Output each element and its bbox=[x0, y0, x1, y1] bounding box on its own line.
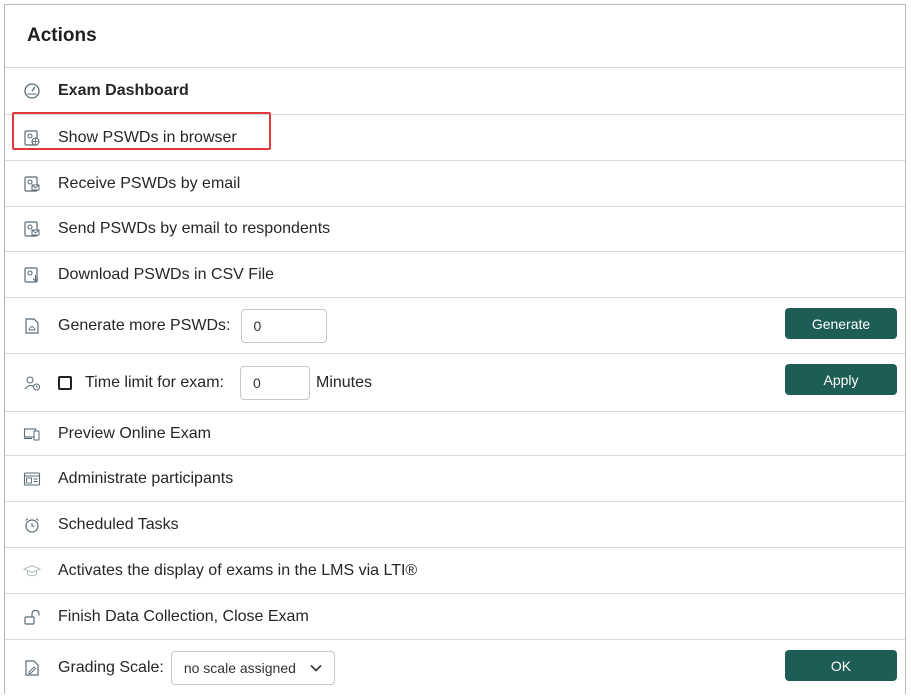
panel-title: Actions bbox=[5, 5, 905, 68]
devices-icon bbox=[23, 425, 41, 443]
action-preview-exam[interactable]: Preview Online Exam bbox=[5, 412, 905, 456]
actions-panel: Actions Exam Dashboard Show PSWDs in bro… bbox=[4, 4, 906, 694]
action-send-pswds[interactable]: Send PSWDs by email to respondents bbox=[5, 207, 905, 252]
ok-button[interactable]: OK bbox=[785, 650, 897, 681]
time-limit-checkbox[interactable] bbox=[58, 375, 72, 390]
action-lti[interactable]: Activates the display of exams in the LM… bbox=[5, 548, 905, 594]
generate-count-input[interactable] bbox=[240, 308, 327, 343]
user-clock-icon bbox=[23, 374, 41, 392]
scheduled-tasks-label: Scheduled Tasks bbox=[58, 515, 179, 533]
action-grading-scale: Grading Scale: no scale assigned OK bbox=[5, 640, 905, 696]
alarm-clock-icon bbox=[23, 516, 41, 534]
user-download-icon bbox=[23, 266, 41, 284]
grading-label: Grading Scale: bbox=[58, 659, 164, 676]
generate-label: Generate more PSWDs: bbox=[58, 316, 231, 334]
grading-scale-value: no scale assigned bbox=[183, 660, 296, 676]
user-mail-icon bbox=[23, 175, 41, 193]
send-pswds-label: Send PSWDs by email to respondents bbox=[58, 220, 331, 237]
lti-label: Activates the display of exams in the LM… bbox=[58, 561, 418, 579]
id-card-icon bbox=[23, 470, 41, 488]
chevron-down-icon bbox=[310, 664, 322, 672]
action-time-limit: Time limit for exam: Minutes Apply bbox=[5, 354, 905, 412]
gauge-icon bbox=[23, 82, 41, 100]
receive-pswds-label: Receive PSWDs by email bbox=[58, 174, 241, 192]
edit-document-icon bbox=[23, 659, 41, 677]
finish-label: Finish Data Collection, Close Exam bbox=[58, 607, 309, 625]
action-finish-data-collection[interactable]: Finish Data Collection, Close Exam bbox=[5, 594, 905, 640]
user-send-icon bbox=[23, 220, 41, 238]
exam-dashboard-label: Exam Dashboard bbox=[58, 82, 189, 99]
user-globe-icon bbox=[23, 129, 41, 147]
show-pswds-label: Show PSWDs in browser bbox=[58, 128, 237, 146]
time-limit-label: Time limit for exam: bbox=[85, 373, 224, 391]
preview-exam-label: Preview Online Exam bbox=[58, 424, 211, 442]
action-download-pswds[interactable]: Download PSWDs in CSV File bbox=[5, 252, 905, 298]
time-limit-input[interactable] bbox=[239, 365, 310, 400]
action-generate-pswds: Generate more PSWDs: Generate bbox=[5, 298, 905, 354]
minutes-label: Minutes bbox=[315, 373, 373, 391]
action-exam-dashboard[interactable]: Exam Dashboard bbox=[5, 68, 905, 115]
pdf-document-icon bbox=[23, 317, 41, 335]
action-administrate-participants[interactable]: Administrate participants bbox=[5, 456, 905, 502]
download-pswds-label: Download PSWDs in CSV File bbox=[58, 265, 275, 283]
action-receive-pswds[interactable]: Receive PSWDs by email bbox=[5, 161, 905, 207]
administrate-label: Administrate participants bbox=[58, 469, 234, 487]
action-show-pswds[interactable]: Show PSWDs in browser bbox=[5, 112, 905, 161]
generate-button[interactable]: Generate bbox=[785, 308, 897, 339]
action-scheduled-tasks[interactable]: Scheduled Tasks bbox=[5, 502, 905, 548]
apply-button[interactable]: Apply bbox=[785, 364, 897, 395]
graduation-cap-icon bbox=[23, 562, 41, 580]
unlock-icon bbox=[23, 608, 41, 626]
